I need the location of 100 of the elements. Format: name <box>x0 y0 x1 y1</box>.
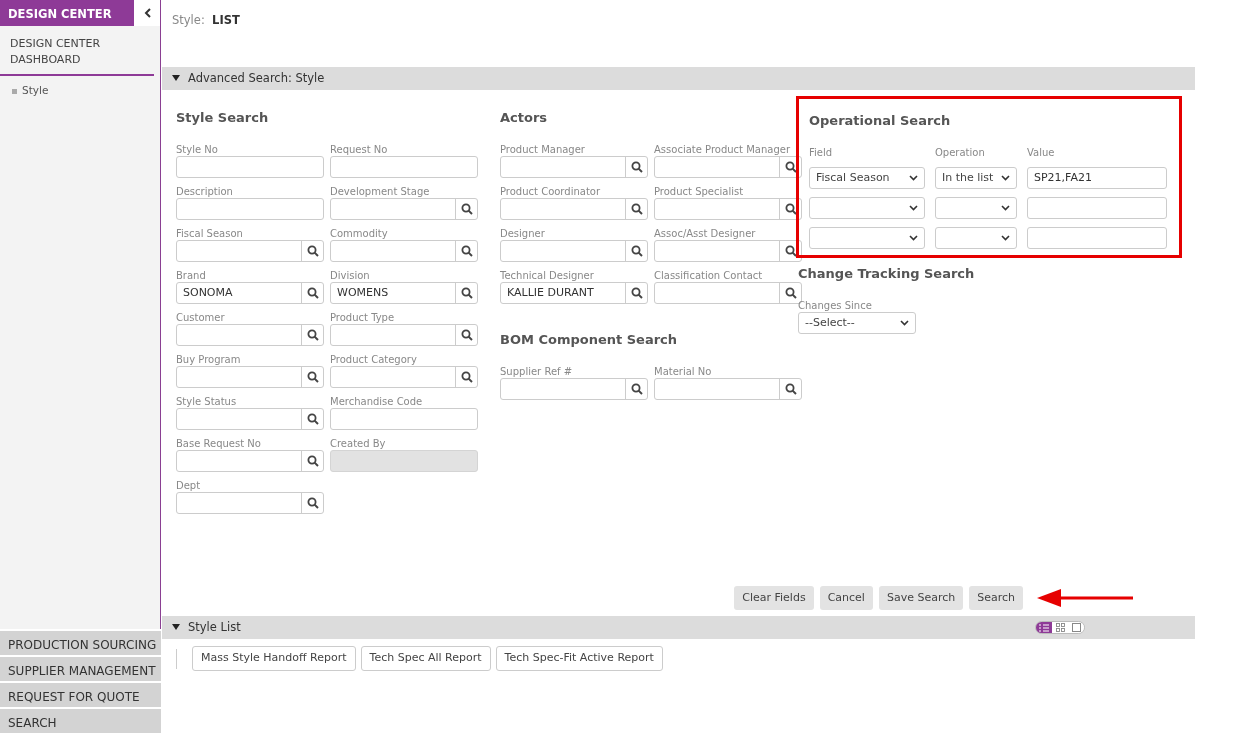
chevron-down-icon <box>1001 205 1010 211</box>
search-icon <box>784 161 797 173</box>
lookup-field[interactable] <box>176 408 324 430</box>
form-button[interactable]: Cancel <box>819 586 873 610</box>
field-label: Development Stage <box>330 185 431 198</box>
lookup-field[interactable] <box>176 450 324 472</box>
caret-down-icon <box>172 624 180 631</box>
search-icon <box>460 371 473 383</box>
value-field[interactable]: SP21,FA21 <box>1027 167 1167 189</box>
search-icon <box>306 371 319 383</box>
field-dropdown[interactable] <box>809 227 925 249</box>
field-label: Division <box>330 269 371 282</box>
lookup-field[interactable] <box>654 156 802 178</box>
field-label: Request No <box>330 143 389 156</box>
lookup-field[interactable]: SONOMA <box>176 282 324 304</box>
lookup-field[interactable] <box>330 198 478 220</box>
section-title: Style Search <box>176 109 270 127</box>
chevron-down-icon <box>909 235 918 241</box>
lookup-field[interactable] <box>176 324 324 346</box>
column-label: Field <box>809 146 834 159</box>
sidebar-item[interactable]: DESIGN CENTER DASHBOARD <box>0 26 154 76</box>
report-button[interactable]: Tech Spec All Report <box>360 646 491 671</box>
field-label: Material No <box>654 365 713 378</box>
input-field[interactable] <box>330 156 478 178</box>
field-label: Product Category <box>330 353 418 366</box>
field-label: Product Specialist <box>654 185 745 198</box>
field-dropdown[interactable]: Fiscal Season <box>809 167 925 189</box>
lookup-field[interactable] <box>330 366 478 388</box>
search-icon <box>306 287 319 299</box>
module-tab[interactable]: SEARCH <box>0 709 161 733</box>
field-label: Brand <box>176 269 207 282</box>
search-icon <box>784 203 797 215</box>
form-button[interactable]: Search <box>969 586 1023 610</box>
caret-down-icon <box>172 75 180 82</box>
value-field[interactable] <box>1027 227 1167 249</box>
chevron-down-icon <box>1001 175 1010 181</box>
lookup-field[interactable] <box>330 324 478 346</box>
changes-dropdown[interactable]: --Select-- <box>798 312 916 334</box>
module-tab[interactable]: PRODUCTION SOURCING <box>0 631 161 655</box>
report-button[interactable]: Mass Style Handoff Report <box>192 646 356 671</box>
section-header[interactable]: Advanced Search: Style <box>162 67 1195 90</box>
field-dropdown[interactable] <box>809 197 925 219</box>
lookup-field[interactable] <box>500 156 648 178</box>
chevron-left-icon <box>143 8 151 18</box>
operation-dropdown[interactable]: In the list <box>935 167 1017 189</box>
form-button[interactable]: Clear Fields <box>734 586 814 610</box>
search-icon <box>460 287 473 299</box>
operation-dropdown[interactable] <box>935 197 1017 219</box>
field-label: Supplier Ref # <box>500 365 574 378</box>
square-icon <box>1071 623 1081 632</box>
lookup-field[interactable] <box>500 378 648 400</box>
input-field[interactable] <box>176 156 324 178</box>
search-icon <box>630 287 643 299</box>
input-field[interactable] <box>176 198 324 220</box>
search-icon <box>784 383 797 395</box>
field-label: Style Status <box>176 395 238 408</box>
lookup-field[interactable] <box>654 240 802 262</box>
report-button[interactable]: Tech Spec-Fit Active Report <box>495 646 663 671</box>
list-icon <box>1039 623 1049 632</box>
field-label: Created By <box>330 437 387 450</box>
search-icon <box>306 413 319 425</box>
lookup-field[interactable] <box>500 240 648 262</box>
module-tab[interactable]: SUPPLIER MANAGEMENT <box>0 657 161 681</box>
field-label: Product Coordinator <box>500 185 602 198</box>
lookup-field[interactable] <box>500 198 648 220</box>
lookup-field[interactable]: KALLIE DURANT <box>500 282 648 304</box>
search-icon <box>460 329 473 341</box>
field-label: Customer <box>176 311 226 324</box>
field-label: Style No <box>176 143 219 156</box>
search-icon <box>306 245 319 257</box>
lookup-field[interactable] <box>654 198 802 220</box>
module-tab[interactable]: REQUEST FOR QUOTE <box>0 683 161 707</box>
chevron-down-icon <box>1001 235 1010 241</box>
lookup-field[interactable] <box>176 240 324 262</box>
input-field[interactable] <box>330 408 478 430</box>
page-header: Style: LIST <box>172 13 240 27</box>
form-button[interactable]: Save Search <box>878 586 964 610</box>
grid-icon <box>1055 623 1065 632</box>
lookup-field[interactable] <box>176 366 324 388</box>
view-button[interactable] <box>1068 622 1084 633</box>
column-label: Value <box>1027 146 1056 159</box>
field-label: Product Type <box>330 311 396 324</box>
view-button[interactable] <box>1052 622 1068 633</box>
value-field[interactable] <box>1027 197 1167 219</box>
lookup-field[interactable] <box>176 492 324 514</box>
operation-dropdown[interactable] <box>935 227 1017 249</box>
lookup-field[interactable]: WOMENS <box>330 282 478 304</box>
search-icon <box>784 245 797 257</box>
chevron-down-icon <box>909 205 918 211</box>
column-label: Operation <box>935 146 986 159</box>
view-button[interactable] <box>1036 622 1052 633</box>
lookup-field[interactable] <box>330 240 478 262</box>
section-title: Change Tracking Search <box>798 265 976 283</box>
field-label: Buy Program <box>176 353 242 366</box>
field-label: Classification Contact <box>654 269 764 282</box>
field-label: Base Request No <box>176 437 262 450</box>
lookup-field[interactable] <box>654 378 802 400</box>
search-icon <box>630 203 643 215</box>
search-icon <box>630 245 643 257</box>
sidebar-item[interactable]: Style <box>0 76 160 106</box>
